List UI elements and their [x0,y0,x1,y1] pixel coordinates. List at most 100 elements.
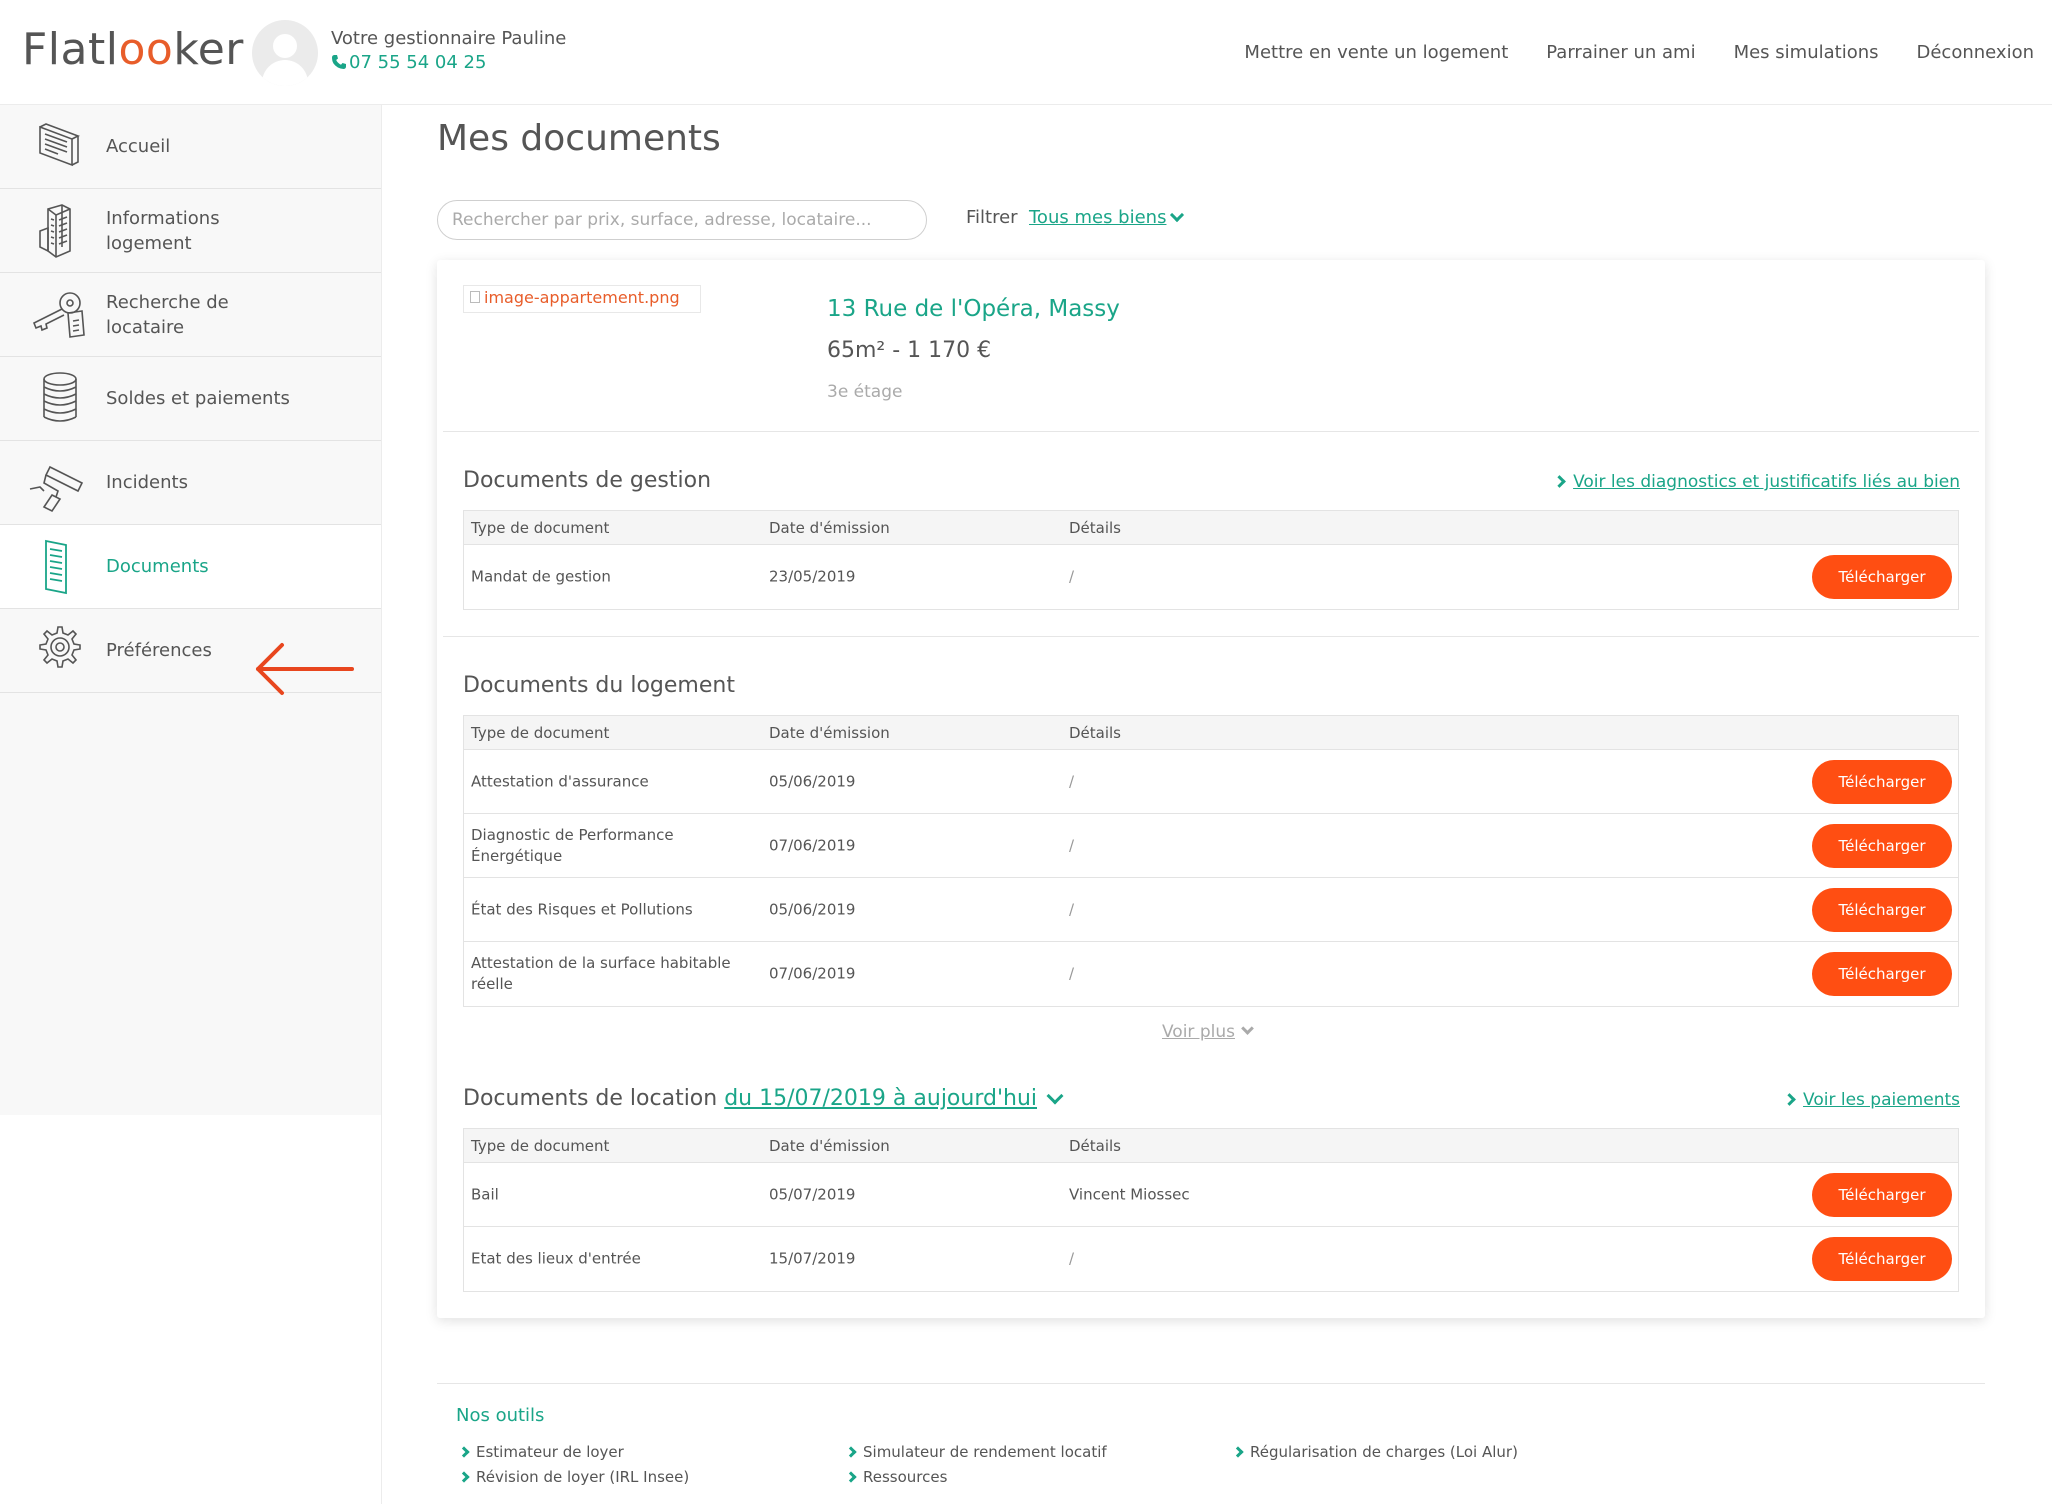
table-header: Type de document Date d'émission Détails [464,716,1958,750]
divider [443,431,1979,432]
payments-link[interactable]: Voir les paiements [1783,1090,1960,1110]
doc-date: 07/06/2019 [769,836,856,854]
doc-type: Attestation de la surface habitable réel… [471,954,731,993]
footer-link-rent-estimator[interactable]: Estimateur de loyer [458,1443,624,1461]
doc-date: 23/05/2019 [769,567,856,586]
property-size-price: 65m² - 1 170 € [827,338,992,363]
nav-sell[interactable]: Mettre en vente un logement [1244,42,1508,63]
sidebar-item-accueil[interactable]: Accueil [0,105,381,189]
sidebar-item-incidents[interactable]: Incidents [0,441,381,525]
footer-link-yield-simulator[interactable]: Simulateur de rendement locatif [845,1443,1107,1461]
footer-link-charges[interactable]: Régularisation de charges (Loi Alur) [1232,1443,1518,1461]
sidebar-item-soldes[interactable]: Soldes et paiements [0,357,381,441]
sidebar-item-label: Préférences [106,640,212,661]
table-logement: Type de document Date d'émission Détails… [463,715,1959,1007]
sidebar-item-label: Recherche de locataire [106,291,229,338]
column-header-date: Date d'émission [769,519,890,537]
see-more-link[interactable]: Voir plus [1162,1022,1254,1042]
property-address[interactable]: 13 Rue de l'Opéra, Massy [827,296,1120,322]
building-icon [39,204,71,258]
download-button[interactable]: Télécharger [1812,1173,1952,1217]
chevron-right-icon [1553,475,1566,488]
nav-simulations[interactable]: Mes simulations [1734,42,1879,63]
doc-type: État des Risques et Pollutions [471,900,693,918]
chevron-right-icon [458,1446,470,1458]
divider [443,636,1979,637]
column-header-date: Date d'émission [769,724,890,742]
nav-logout[interactable]: Déconnexion [1917,42,2035,63]
column-header-details: Détails [1069,1137,1122,1155]
column-header-type: Type de document [471,519,610,537]
search-input[interactable] [437,200,927,240]
table-header: Type de document Date d'émission Détails [464,511,1958,545]
diagnostics-link[interactable]: Voir les diagnostics et justificatifs li… [1553,472,1960,492]
sidebar-item-informations[interactable]: Informations logement [0,189,381,273]
doc-details: / [1069,772,1075,790]
nav-referral[interactable]: Parrainer un ami [1546,42,1695,63]
doc-date: 05/07/2019 [769,1185,856,1203]
table-row: Bail 05/07/2019 Vincent Miossec Téléchar… [464,1163,1958,1227]
column-header-type: Type de document [471,1137,610,1155]
doc-details: / [1069,836,1075,854]
footer-link-resources[interactable]: Ressources [845,1468,947,1486]
sidebar-item-label: Accueil [106,136,171,157]
chevron-down-icon[interactable] [1046,1087,1064,1105]
column-header-details: Détails [1069,724,1122,742]
manager-avatar [252,20,318,86]
doc-type: Bail [471,1185,499,1203]
footer-divider [437,1383,1985,1384]
sidebar-item-recherche[interactable]: Recherche de locataire [0,273,381,357]
paint-roller-icon [29,465,84,513]
column-header-details: Détails [1069,519,1122,537]
coins-icon [43,372,77,422]
section-title-location: Documents de location du 15/07/2019 à au… [463,1086,1064,1111]
download-button[interactable]: Télécharger [1812,760,1952,804]
date-range-dropdown[interactable]: du 15/07/2019 à aujourd'hui [724,1086,1037,1111]
sidebar: Accueil Informations logement Recherche … [0,105,382,1504]
doc-details: Vincent Miossec [1069,1185,1190,1203]
footer-title: Nos outils [456,1405,545,1426]
chevron-right-icon [1232,1446,1244,1458]
chevron-down-icon [1170,207,1185,223]
download-button[interactable]: Télécharger [1812,824,1952,868]
chevron-right-icon [1783,1093,1796,1106]
phone-icon [332,55,346,69]
section-title-gestion: Documents de gestion [463,468,712,493]
table-location: Type de document Date d'émission Détails… [463,1128,1959,1292]
download-button[interactable]: Télécharger [1812,952,1952,996]
property-floor: 3e étage [827,382,903,402]
footer-link-rent-revision[interactable]: Révision de loyer (IRL Insee) [458,1468,689,1486]
column-header-type: Type de document [471,724,610,742]
doc-date: 15/07/2019 [769,1249,856,1268]
top-header: Flatlooker Votre gestionnaire Pauline 07… [0,0,2052,105]
document-icon [45,539,67,595]
download-button[interactable]: Télécharger [1812,555,1952,599]
table-row: Attestation de la surface habitable réel… [464,942,1958,1006]
sidebar-item-label: Incidents [106,472,188,493]
filter-label: Filtrer [966,207,1018,228]
section-title-logement: Documents du logement [463,673,735,698]
table-gestion: Type de document Date d'émission Détails… [463,510,1959,610]
table-row: Diagnostic de Performance Énergétique 07… [464,814,1958,878]
sidebar-item-label: Soldes et paiements [106,388,290,409]
manager-phone[interactable]: 07 55 54 04 25 [331,52,486,73]
sidebar-item-documents[interactable]: Documents [0,525,381,609]
manager-name: Votre gestionnaire Pauline [331,28,567,49]
gear-icon [39,626,81,668]
keys-icon [32,292,85,338]
doc-details: / [1069,567,1075,586]
column-header-date: Date d'émission [769,1137,890,1155]
sidebar-item-label: Informations logement [106,207,220,254]
download-button[interactable]: Télécharger [1812,1237,1952,1281]
doc-type: Mandat de gestion [471,567,611,586]
doc-details: / [1069,964,1075,983]
download-button[interactable]: Télécharger [1812,888,1952,932]
filter-dropdown[interactable]: Tous mes biens [1029,207,1185,228]
table-row: Mandat de gestion 23/05/2019 / Télécharg… [464,545,1958,609]
top-nav: Mettre en vente un logement Parrainer un… [1244,42,2034,63]
doc-type: Etat des lieux d'entrée [471,1249,641,1268]
home-screen-icon [39,123,80,167]
flatlooker-logo[interactable]: Flatlooker [22,24,244,75]
doc-date: 05/06/2019 [769,772,856,790]
property-image: image-appartement.png [463,285,701,313]
